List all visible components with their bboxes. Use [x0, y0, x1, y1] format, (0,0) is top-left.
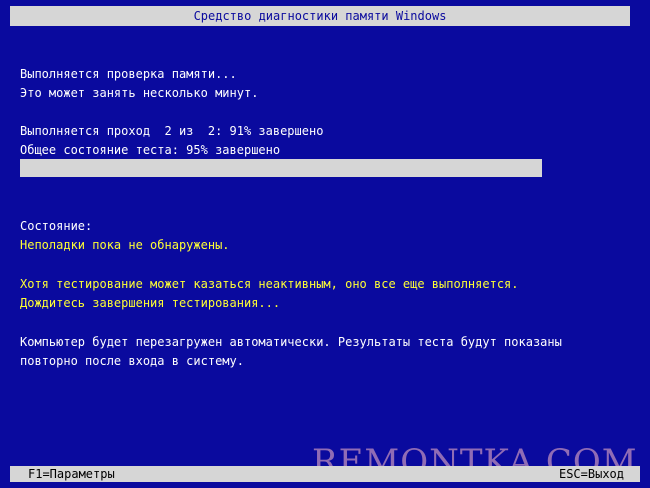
wait-notice: Дождитесь завершения тестирования... [20, 296, 281, 310]
exit-key-hint[interactable]: ESC=Выход [559, 466, 624, 482]
checking-message: Выполняется проверка памяти... [20, 67, 237, 81]
duration-message: Это может занять несколько минут. [20, 86, 259, 100]
status-label: Состояние: [20, 219, 93, 233]
options-key-hint[interactable]: F1=Параметры [28, 466, 115, 482]
pass-progress-text: Выполняется проход 2 из 2: 91% завершено [20, 124, 324, 138]
window-title: Средство диагностики памяти Windows [10, 6, 630, 26]
overall-progress-text: Общее состояние теста: 95% завершено [20, 143, 281, 157]
status-value: Неполадки пока не обнаружены. [20, 238, 230, 252]
overall-progress-bar [20, 159, 569, 177]
overall-progress-fill [20, 159, 542, 177]
footer-bar: F1=Параметры ESC=Выход [10, 466, 640, 482]
inactive-notice: Хотя тестирование может казаться неактив… [20, 277, 519, 291]
restart-message-line2: повторно после входа в систему. [20, 354, 244, 368]
restart-message-line1: Компьютер будет перезагружен автоматичес… [20, 335, 562, 349]
